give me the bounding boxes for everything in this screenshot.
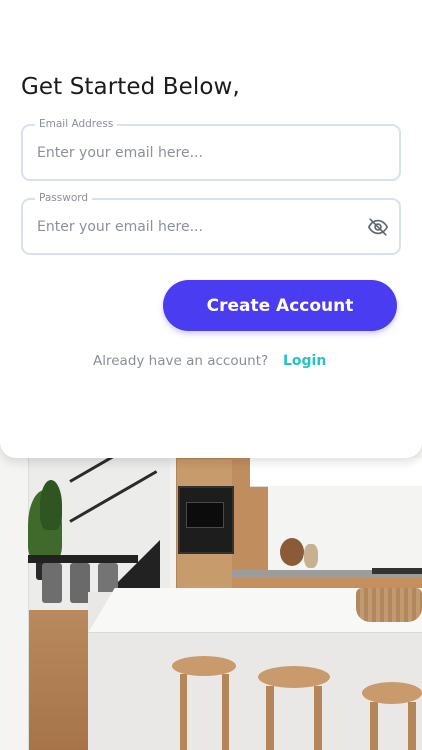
- password-input[interactable]: [37, 200, 357, 253]
- login-prompt-text: Already have an account?: [93, 353, 269, 369]
- photo-chair: [70, 563, 90, 603]
- email-field[interactable]: Email Address: [21, 117, 401, 181]
- email-input[interactable]: [37, 126, 357, 179]
- photo-stool-leg: [180, 674, 187, 750]
- photo-basket: [356, 588, 422, 622]
- photo-upper-cabinet: [250, 458, 422, 487]
- photo-cutting-board: [280, 538, 304, 566]
- photo-stool-leg: [370, 702, 378, 750]
- photo-stool-seat: [258, 666, 330, 688]
- signup-card: Get Started Below, Email Address Passwor…: [0, 0, 422, 458]
- create-account-button[interactable]: Create Account: [163, 280, 397, 331]
- kitchen-background-image: [0, 420, 422, 750]
- photo-column: [0, 420, 29, 750]
- eye-off-icon[interactable]: [367, 216, 389, 238]
- photo-stool-leg: [222, 674, 229, 750]
- photo-stove: [372, 568, 422, 574]
- photo-dining-table: [28, 555, 138, 563]
- page-title: Get Started Below,: [21, 74, 240, 100]
- photo-oven-window: [186, 502, 224, 528]
- photo-stool-seat: [362, 682, 422, 704]
- photo-vase: [304, 544, 318, 568]
- photo-chair: [42, 563, 62, 603]
- login-link[interactable]: Login: [283, 353, 326, 369]
- photo-stool-leg: [266, 686, 274, 750]
- photo-plant: [40, 480, 62, 530]
- password-field[interactable]: Password: [21, 191, 401, 255]
- photo-stool-leg: [314, 686, 322, 750]
- photo-stool-seat: [172, 656, 236, 676]
- photo-stool-leg: [408, 702, 416, 750]
